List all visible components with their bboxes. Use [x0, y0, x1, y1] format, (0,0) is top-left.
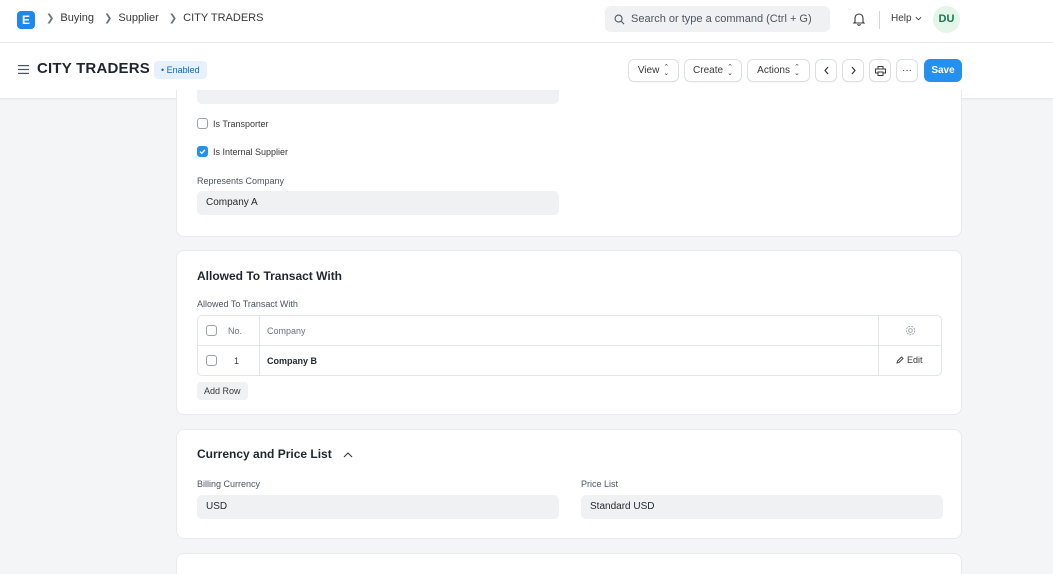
- is-internal-supplier-checkbox[interactable]: [197, 146, 208, 157]
- page-title: CITY TRADERS: [37, 60, 150, 77]
- row-company[interactable]: Company B: [267, 356, 317, 366]
- view-label: View: [637, 65, 660, 76]
- is-transporter-label: Is Transporter: [213, 119, 269, 129]
- row-checkbox[interactable]: [206, 355, 217, 366]
- price-list-label: Price List: [581, 479, 619, 489]
- more-button[interactable]: ···: [896, 59, 918, 82]
- app-logo[interactable]: E: [17, 11, 35, 29]
- check-icon: [199, 149, 206, 155]
- allowed-transact-card: Allowed To Transact With Allowed To Tran…: [176, 250, 962, 415]
- edit-label: Edit: [907, 355, 923, 365]
- details-card: Is Transporter Is Internal Supplier Repr…: [176, 90, 962, 237]
- is-transporter-checkbox[interactable]: [197, 118, 208, 129]
- help-label: Help: [891, 13, 912, 24]
- previous-button[interactable]: [815, 59, 837, 82]
- is-internal-supplier-label: Is Internal Supplier: [213, 147, 289, 157]
- top-navbar: E ❯ Buying ❯ Supplier ❯ CITY TRADERS Hel…: [0, 0, 1053, 43]
- billing-currency-label: Billing Currency: [197, 479, 261, 489]
- chevron-down-icon: [915, 16, 922, 21]
- section-title-allowed: Allowed To Transact With: [197, 269, 343, 283]
- updown-icon: ⌃ ⌄: [793, 63, 800, 77]
- menu-icon[interactable]: [18, 65, 29, 74]
- row-no: 1: [234, 356, 240, 366]
- chevron-up-icon[interactable]: [343, 451, 353, 458]
- next-button[interactable]: [842, 59, 864, 82]
- create-button[interactable]: Create ⌃ ⌄: [684, 59, 742, 82]
- breadcrumb-supplier[interactable]: Supplier: [118, 12, 158, 24]
- status-badge-label: Enabled: [166, 65, 200, 75]
- breadcrumb: ❯ Buying ❯ Supplier ❯ CITY TRADERS: [44, 12, 271, 24]
- row-edit-button[interactable]: Edit: [896, 355, 923, 365]
- column-company: Company: [267, 326, 306, 336]
- chevron-right-icon: [851, 66, 856, 75]
- awesomebar[interactable]: [605, 6, 830, 32]
- navbar-divider: [879, 11, 880, 29]
- table-row[interactable]: 1 Company B Edit: [198, 346, 941, 376]
- actions-button[interactable]: Actions ⌃ ⌄: [747, 59, 810, 82]
- bell-icon[interactable]: [852, 12, 866, 26]
- printer-icon: [874, 65, 886, 76]
- truncated-field[interactable]: [197, 90, 559, 104]
- status-badge: • Enabled: [154, 61, 207, 79]
- search-icon: [614, 14, 625, 24]
- section-title-currency[interactable]: Currency and Price List: [197, 447, 332, 461]
- gear-icon[interactable]: [905, 325, 916, 336]
- select-all-checkbox[interactable]: [206, 325, 217, 336]
- updown-icon: ⌃ ⌄: [663, 63, 670, 77]
- billing-currency-field[interactable]: USD: [197, 495, 559, 519]
- breadcrumb-current[interactable]: CITY TRADERS: [183, 12, 263, 24]
- create-label: Create: [693, 65, 724, 76]
- currency-card: Currency and Price List Billing Currency…: [176, 429, 962, 539]
- represents-company-label: Represents Company: [197, 176, 285, 186]
- search-input[interactable]: [631, 13, 821, 25]
- represents-company-field[interactable]: Company A: [197, 191, 559, 215]
- chevron-right-icon: ❯: [168, 12, 178, 24]
- print-button[interactable]: [869, 59, 891, 82]
- updown-icon: ⌃ ⌄: [727, 63, 733, 77]
- more-icon: ···: [902, 65, 912, 76]
- add-row-button[interactable]: Add Row: [197, 382, 248, 400]
- allowed-table-label: Allowed To Transact With: [197, 299, 298, 309]
- column-no: No.: [228, 326, 243, 336]
- chevron-left-icon: [823, 66, 828, 75]
- chevron-right-icon: ❯: [104, 12, 113, 24]
- next-section-card: [176, 553, 962, 574]
- actions-label: Actions: [757, 65, 790, 76]
- price-list-field[interactable]: Standard USD: [581, 495, 943, 519]
- allowed-companies-table: No. Company 1 Company B Edit: [197, 315, 942, 376]
- help-dropdown[interactable]: Help: [891, 13, 922, 24]
- breadcrumb-buying[interactable]: Buying: [60, 12, 94, 24]
- chevron-right-icon: ❯: [46, 12, 55, 24]
- avatar[interactable]: DU: [933, 6, 960, 33]
- table-header-row: No. Company: [198, 316, 941, 346]
- save-button[interactable]: Save: [924, 59, 962, 82]
- view-button[interactable]: View ⌃ ⌄: [628, 59, 679, 82]
- pencil-icon: [896, 356, 904, 364]
